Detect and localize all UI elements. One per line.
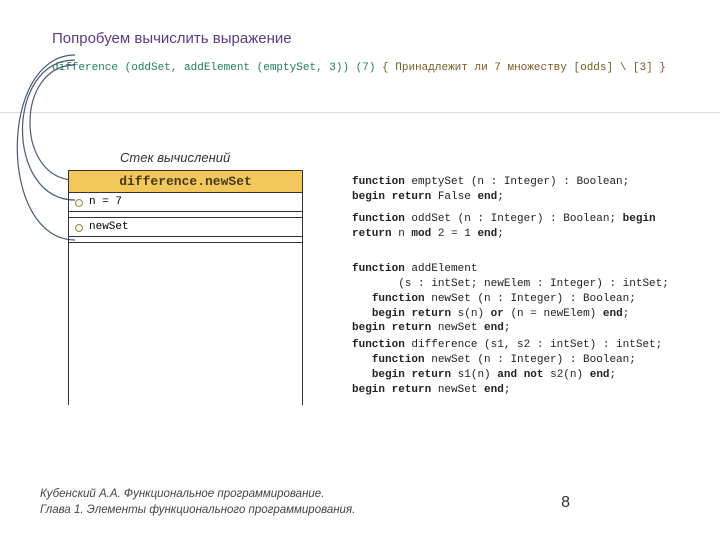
expression-call: difference (oddSet, addElement (emptySet…	[52, 62, 375, 74]
expression-comment: { Принадлежит ли 7 множеству [odds] \ [3…	[375, 62, 665, 74]
footer-line1: Кубенский А.А. Функциональное программир…	[40, 486, 355, 502]
stack-row	[69, 237, 302, 243]
footer-line2: Глава 1. Элементы функционального програ…	[40, 502, 355, 518]
stack-top-frame: difference.newSet	[69, 171, 302, 193]
divider	[0, 112, 720, 113]
call-stack: difference.newSet n = 7 newSet	[68, 170, 303, 405]
code-oddset: function oddSet (n : Integer) : Boolean;…	[352, 212, 656, 242]
page-number: 8	[561, 494, 570, 512]
footer: Кубенский А.А. Функциональное программир…	[40, 486, 355, 518]
code-emptyset: function emptySet (n : Integer) : Boolea…	[352, 175, 629, 205]
stack-label: Стек вычислений	[120, 150, 230, 165]
expression-line: difference (oddSet, addElement (emptySet…	[52, 62, 666, 74]
stack-row: newSet	[69, 218, 302, 237]
slide-title: Попробуем вычислить выражение	[52, 30, 292, 47]
stack-row: n = 7	[69, 193, 302, 212]
code-difference: function difference (s1, s2 : intSet) : …	[352, 338, 662, 397]
code-addelement: function addElement (s : intSet; newElem…	[352, 262, 669, 336]
